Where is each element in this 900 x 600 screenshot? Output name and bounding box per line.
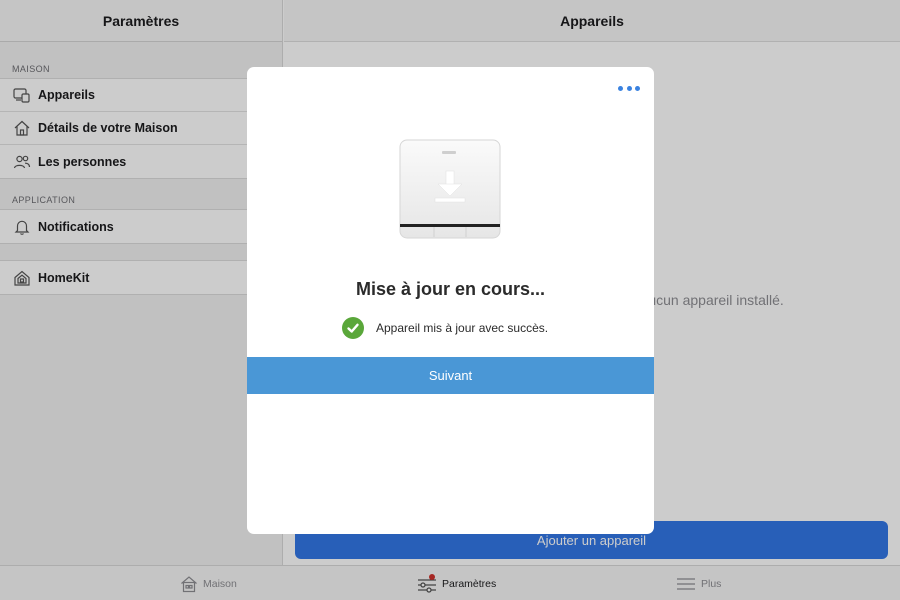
- checkmark-icon: [342, 317, 364, 339]
- modal-title: Mise à jour en cours...: [355, 279, 546, 299]
- next-button[interactable]: Suivant: [247, 357, 654, 394]
- more-icon[interactable]: [618, 81, 640, 95]
- update-modal: Mise à jour en cours... Appareil mis à j…: [247, 67, 654, 534]
- status-text: Appareil mis à jour avec succès.: [376, 321, 549, 335]
- update-status: Appareil mis à jour avec succès.: [342, 317, 548, 339]
- thermostat-download-icon: [399, 139, 501, 239]
